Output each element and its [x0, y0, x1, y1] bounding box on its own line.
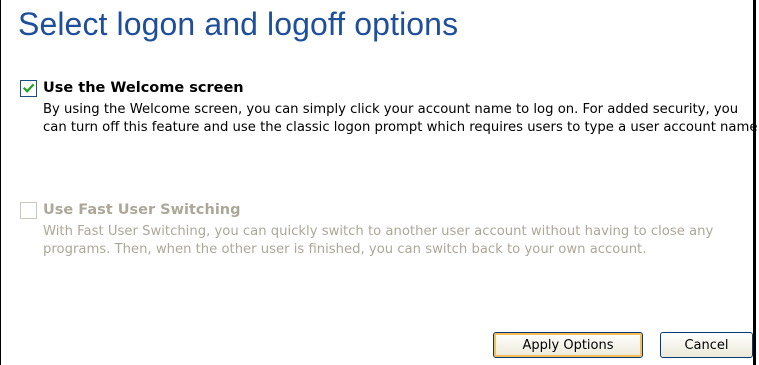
page-title: Select logon and logoff options	[18, 6, 459, 42]
welcome-screen-checkbox[interactable]	[20, 79, 37, 97]
fast-user-switching-label: Use Fast User Switching	[43, 202, 241, 218]
apply-options-button[interactable]: Apply Options	[493, 332, 643, 358]
fast-user-switching-checkbox	[20, 201, 37, 219]
fast-user-switching-header: Use Fast User Switching	[20, 200, 759, 220]
welcome-screen-option: Use the Welcome screen By using the Welc…	[20, 78, 759, 137]
dialog-frame: Select logon and logoff options Use the …	[0, 0, 759, 365]
welcome-screen-label[interactable]: Use the Welcome screen	[43, 80, 244, 96]
checkmark-icon	[22, 83, 35, 93]
fast-user-switching-option: Use Fast User Switching With Fast User S…	[20, 200, 759, 259]
cancel-button[interactable]: Cancel	[660, 332, 753, 358]
welcome-screen-description: By using the Welcome screen, you can sim…	[43, 102, 759, 135]
fast-user-switching-description: With Fast User Switching, you can quickl…	[43, 224, 714, 257]
welcome-screen-header: Use the Welcome screen	[20, 78, 759, 98]
